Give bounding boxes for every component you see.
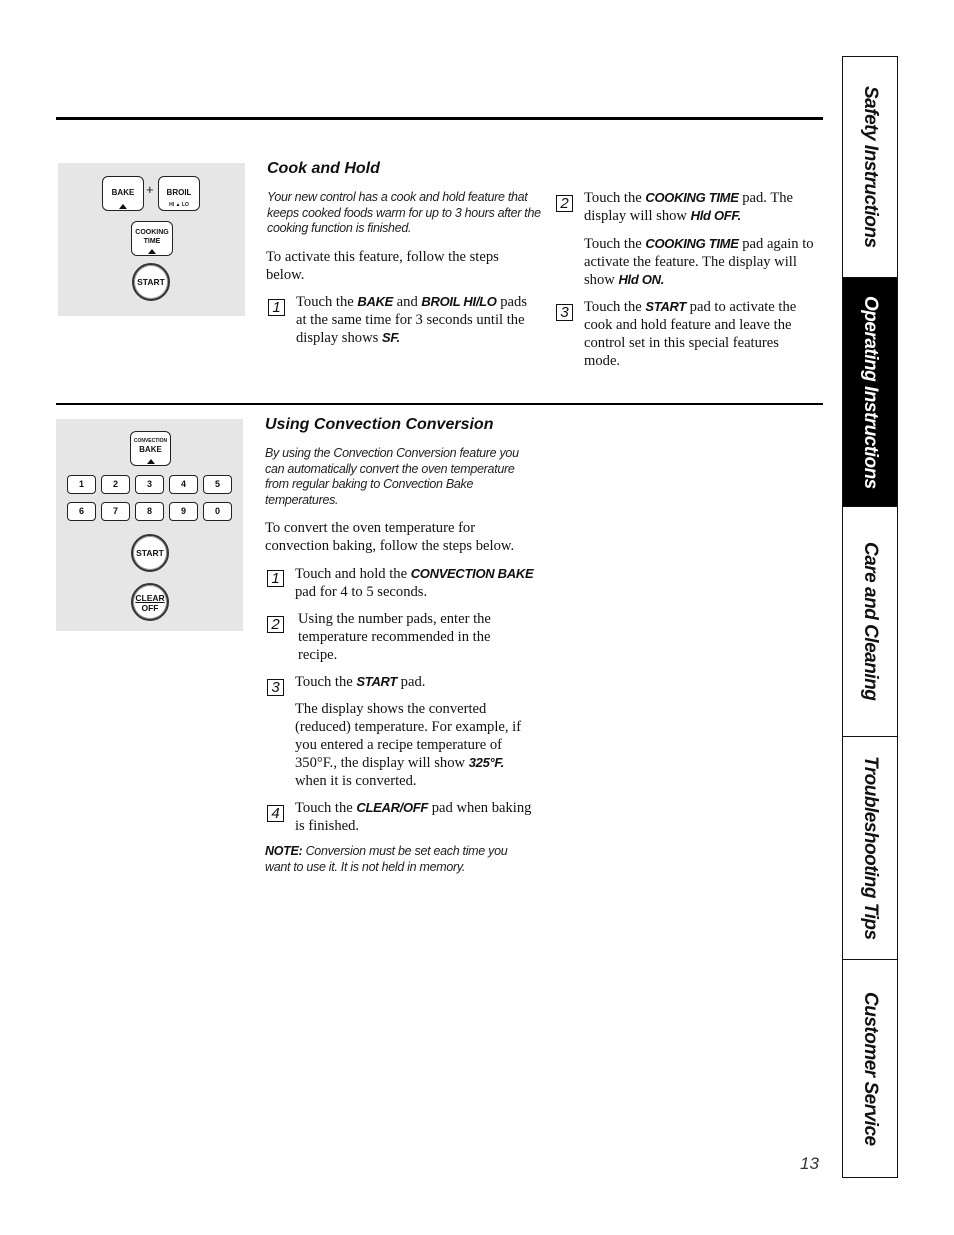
convection-step-1: Touch and hold the CONVECTION BAKE pad f…	[295, 566, 534, 600]
convection-label: CONVECTION	[133, 438, 168, 444]
step-number: 2	[556, 195, 573, 212]
triangle-icon	[148, 249, 156, 254]
convection-bake-pad: CONVECTION BAKE	[130, 431, 171, 466]
broil-hi-lo-label: HI ▲ LO	[169, 202, 189, 208]
plus-sign: +	[146, 182, 154, 197]
tab-troubleshooting-tips[interactable]: Troubleshooting Tips	[843, 737, 897, 960]
number-pad: 1	[67, 475, 96, 494]
cook-hold-keypad-illustration: BAKE + BROIL HI ▲ LO COOKING TIME START	[58, 163, 245, 316]
clear-label: CLEAR	[135, 593, 165, 603]
bake-pad: BAKE	[102, 176, 144, 211]
cooking-time-pad: COOKING TIME	[131, 221, 173, 256]
number-pad: 7	[101, 502, 130, 521]
section-tabs: Safety Instructions Operating Instructio…	[842, 56, 898, 1178]
bake-pad-label: BAKE	[111, 188, 135, 197]
triangle-icon	[146, 459, 155, 464]
convection-conversion-lead: To convert the oven temperature for conv…	[265, 520, 515, 554]
tab-care-and-cleaning[interactable]: Care and Cleaning	[843, 507, 897, 737]
start-pad-label: START	[137, 277, 165, 287]
cook-hold-lead: To activate this feature, follow the ste…	[266, 249, 499, 283]
convection-step-2: Using the number pads, enter the tempera…	[298, 611, 491, 663]
tab-customer-service[interactable]: Customer Service	[843, 960, 897, 1177]
step-number: 1	[268, 299, 285, 316]
start-pad-label: START	[136, 548, 164, 558]
number-pad: 6	[67, 502, 96, 521]
convection-conversion-intro: By using the Convection Conversion featu…	[265, 446, 519, 507]
step-number: 3	[556, 304, 573, 321]
number-pad: 0	[203, 502, 232, 521]
top-rule	[56, 117, 823, 120]
number-pad: 9	[169, 502, 198, 521]
cooking-time-label-2: TIME	[143, 238, 161, 245]
clear-off-pad: CLEAR OFF	[131, 583, 169, 621]
cooking-time-label-1: COOKING	[135, 229, 169, 236]
cook-hold-title: Cook and Hold	[267, 160, 380, 177]
triangle-icon	[119, 204, 127, 209]
start-pad: START	[131, 534, 169, 572]
tab-safety-instructions[interactable]: Safety Instructions	[843, 57, 897, 278]
convection-note: NOTE: Conversion must be set each time y…	[265, 844, 508, 874]
convection-step-4: Touch the CLEAR/OFF pad when baking is f…	[295, 800, 532, 834]
off-label: OFF	[141, 603, 159, 613]
number-pad: 8	[135, 502, 164, 521]
step-number: 4	[267, 805, 284, 822]
section-divider	[56, 403, 823, 405]
convection-keypad-illustration: CONVECTION BAKE 12345 67890 START CLEAR O…	[56, 419, 243, 631]
broil-pad: BROIL HI ▲ LO	[158, 176, 200, 211]
number-pad: 5	[203, 475, 232, 494]
cook-hold-step-2: Touch the COOKING TIME pad. The display …	[584, 190, 794, 224]
tab-operating-instructions[interactable]: Operating Instructions	[843, 278, 897, 507]
step-number: 3	[267, 679, 284, 696]
cook-hold-step-1: Touch the BAKE and BROIL HI/LO pads at t…	[296, 294, 527, 346]
convection-step-3-extra: The display shows the converted (reduced…	[295, 701, 522, 789]
number-pad: 2	[101, 475, 130, 494]
cook-hold-step-3: Touch the START pad to activate the cook…	[584, 299, 797, 369]
number-pad: 4	[169, 475, 198, 494]
number-pad: 3	[135, 475, 164, 494]
cook-hold-intro: Your new control has a cook and hold fea…	[267, 190, 541, 235]
step-number: 2	[267, 616, 284, 633]
broil-pad-label: BROIL	[166, 188, 192, 197]
page-number: 13	[800, 1154, 819, 1173]
start-pad: START	[132, 263, 170, 301]
convection-conversion-title: Using Convection Conversion	[265, 416, 494, 433]
bake-label: BAKE	[139, 445, 162, 454]
step-number: 1	[267, 570, 284, 587]
convection-step-3: Touch the START pad.	[295, 674, 426, 690]
cook-hold-step-2-extra: Touch the COOKING TIME pad again to acti…	[584, 236, 814, 288]
